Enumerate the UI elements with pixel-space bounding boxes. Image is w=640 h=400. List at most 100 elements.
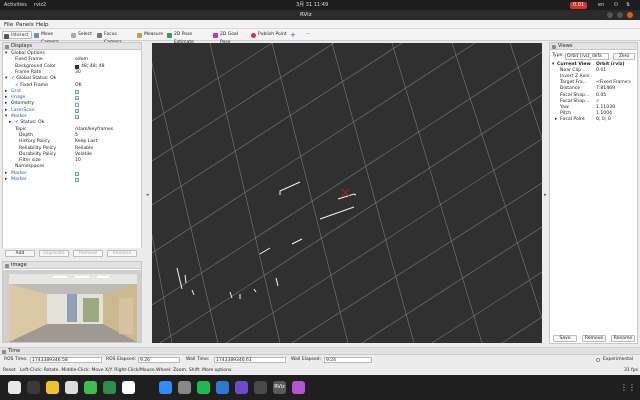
view-type-select[interactable]: Orbit (rviz_defa bbox=[565, 53, 609, 60]
vscode-app-icon[interactable] bbox=[216, 381, 229, 394]
3d-viewport[interactable] bbox=[152, 43, 542, 343]
display-enable-checkbox[interactable]: ✓ bbox=[75, 89, 79, 94]
displays-button-row: Add Duplicate Remove Rename bbox=[2, 248, 142, 258]
displays-tree[interactable]: ▾ Global Options Fixed Frame odom Background… bbox=[3, 50, 141, 250]
display-enable-checkbox[interactable]: ✓ bbox=[75, 108, 79, 113]
pose-estimate-tool-button[interactable]: 2D Pose Estimate bbox=[166, 31, 210, 45]
mail-app-icon[interactable] bbox=[235, 381, 248, 394]
camera-app-icon[interactable] bbox=[254, 381, 267, 394]
views-tree[interactable]: ▾ Current View Orbit (rviz) Near Clip ... 0.… bbox=[550, 62, 637, 132]
expand-arrow-icon[interactable]: ▸ bbox=[555, 117, 557, 123]
zoom-app-icon[interactable] bbox=[159, 381, 172, 394]
settings-app-icon[interactable] bbox=[178, 381, 191, 394]
display-enable-checkbox[interactable]: ✓ bbox=[75, 171, 79, 176]
time-panel: Time ROS Time: 1743389346.58 ROS Elapsed… bbox=[0, 347, 640, 367]
goal-pose-tool-button[interactable]: 2D Goal Pose bbox=[212, 31, 248, 45]
display-enable-checkbox[interactable] bbox=[75, 102, 79, 107]
ground-grid bbox=[152, 43, 542, 343]
duplicate-display-button[interactable]: Duplicate bbox=[39, 250, 69, 257]
move-camera-icon bbox=[34, 32, 39, 38]
chrome-app-icon[interactable] bbox=[46, 381, 59, 394]
close-icon[interactable] bbox=[627, 12, 633, 18]
wall-elapsed-label: Wall Elapsed: bbox=[291, 357, 322, 362]
ros-elapsed-field[interactable]: 9.26 bbox=[138, 357, 180, 363]
rename-display-button[interactable]: Rename bbox=[107, 250, 137, 257]
add-tool-button[interactable]: + bbox=[288, 31, 296, 39]
indicator-badge[interactable]: 0.01 bbox=[570, 1, 588, 9]
right-splitter-arrow-icon[interactable]: ▸ bbox=[544, 192, 547, 198]
ros-time-label: ROS Time: bbox=[4, 357, 28, 362]
remove-display-button[interactable]: Remove bbox=[73, 250, 103, 257]
rename-view-button[interactable]: Rename bbox=[611, 335, 635, 342]
panel-icon bbox=[552, 44, 556, 49]
odometry-marker bbox=[341, 188, 350, 197]
menu-help[interactable]: Help bbox=[36, 22, 49, 28]
ruler-icon bbox=[137, 32, 142, 38]
power-icon[interactable]: ⏻ bbox=[614, 2, 618, 8]
panel-icon bbox=[5, 263, 9, 268]
views-panel: Views Type: Orbit (rviz_defa Zero ▾ Curre… bbox=[549, 42, 638, 344]
experimental-checkbox[interactable] bbox=[596, 358, 600, 362]
interact-tool-button[interactable]: Interact bbox=[2, 31, 32, 39]
active-app-name[interactable]: rviz2 bbox=[34, 2, 46, 8]
network-icon[interactable]: ⇅ bbox=[626, 2, 630, 8]
color-swatch[interactable] bbox=[75, 64, 79, 69]
zero-view-button[interactable]: Zero bbox=[613, 53, 635, 60]
wall-time-label: Wall Time: bbox=[186, 357, 210, 362]
show-apps-icon[interactable]: ⋮⋮ bbox=[620, 381, 636, 394]
publish-point-tool-button[interactable]: Publish Point bbox=[250, 31, 288, 39]
activities-button[interactable]: Activities bbox=[4, 2, 27, 8]
chatgpt-app-icon[interactable] bbox=[122, 381, 135, 394]
wall-time-field[interactable]: 1743389346.61 bbox=[214, 357, 286, 363]
ros-time-field[interactable]: 1743389346.58 bbox=[30, 357, 102, 363]
toolbar: Interact Move Camera Select Focus Camera… bbox=[0, 29, 640, 45]
pin-icon bbox=[251, 32, 256, 38]
clock[interactable]: 3月 31 11:49 bbox=[296, 2, 328, 8]
rviz-app-icon[interactable]: RViz bbox=[273, 381, 286, 394]
rviz-app-label: RViz bbox=[274, 384, 285, 390]
tool-overflow-button[interactable]: ··· bbox=[304, 31, 314, 39]
move-camera-tool-button[interactable]: Move Camera bbox=[33, 31, 69, 45]
view-property-value[interactable]: 0; 0; 0 bbox=[596, 117, 611, 123]
laser-scan-points bbox=[176, 181, 357, 299]
language-indicator[interactable]: en bbox=[598, 2, 604, 8]
select-icon bbox=[71, 32, 76, 38]
display-row[interactable]: ▸ Marker ✓ bbox=[3, 177, 141, 183]
view-property-label: Focal Point bbox=[560, 116, 585, 122]
wechat-app-icon[interactable] bbox=[84, 381, 97, 394]
minimize-icon[interactable] bbox=[607, 12, 613, 18]
taskbar-dock: RViz ⋮⋮ bbox=[0, 375, 640, 400]
focus-camera-tool-button[interactable]: Focus Camera bbox=[96, 31, 134, 45]
files-app-icon[interactable] bbox=[8, 381, 21, 394]
add-display-button[interactable]: Add bbox=[5, 250, 35, 257]
menu-panels[interactable]: Panels bbox=[16, 22, 34, 28]
grid-scene[interactable] bbox=[152, 43, 542, 343]
measure-tool-button[interactable]: Measure bbox=[136, 31, 164, 39]
slack-app-icon[interactable] bbox=[65, 381, 78, 394]
save-view-button[interactable]: Save bbox=[553, 335, 577, 342]
display-enable-checkbox[interactable]: ✓ bbox=[75, 96, 79, 101]
wall-elapsed-field[interactable]: 9.24 bbox=[324, 357, 372, 363]
screenshot-app-icon[interactable] bbox=[292, 381, 305, 394]
display-enable-checkbox[interactable]: ✓ bbox=[75, 178, 79, 183]
select-tool-button[interactable]: Select bbox=[70, 31, 94, 39]
menu-file[interactable]: File bbox=[4, 22, 13, 28]
spotify-app-icon[interactable] bbox=[197, 381, 210, 394]
menu-bar: File Panels Help bbox=[0, 20, 640, 29]
displays-panel: Displays ▾ Global Options Fixed Frame odom B… bbox=[2, 42, 142, 258]
maximize-icon[interactable] bbox=[617, 12, 623, 18]
left-splitter-arrow-icon[interactable]: ◂ bbox=[146, 192, 149, 198]
view-property-row[interactable]: ▸ Focal Point 0; 0; 0 bbox=[550, 117, 636, 123]
display-row-label: Marker bbox=[11, 177, 27, 182]
terminal-app-icon[interactable] bbox=[27, 381, 40, 394]
remove-view-button[interactable]: Remove bbox=[582, 335, 606, 342]
display-enable-checkbox[interactable]: ✓ bbox=[75, 115, 79, 120]
store-app-icon[interactable] bbox=[103, 381, 116, 394]
goal-arrow-icon bbox=[213, 32, 218, 38]
time-panel-header: Time bbox=[0, 348, 640, 355]
views-panel-header: Views bbox=[550, 43, 637, 50]
reset-button[interactable]: Reset bbox=[3, 367, 16, 375]
ros-elapsed-label: ROS Elapsed: bbox=[106, 357, 137, 362]
system-top-bar: Activities rviz2 3月 31 11:49 0.01 en ⏻ ⇅ bbox=[0, 0, 640, 10]
expand-arrow-icon[interactable]: ▸ bbox=[5, 177, 7, 183]
